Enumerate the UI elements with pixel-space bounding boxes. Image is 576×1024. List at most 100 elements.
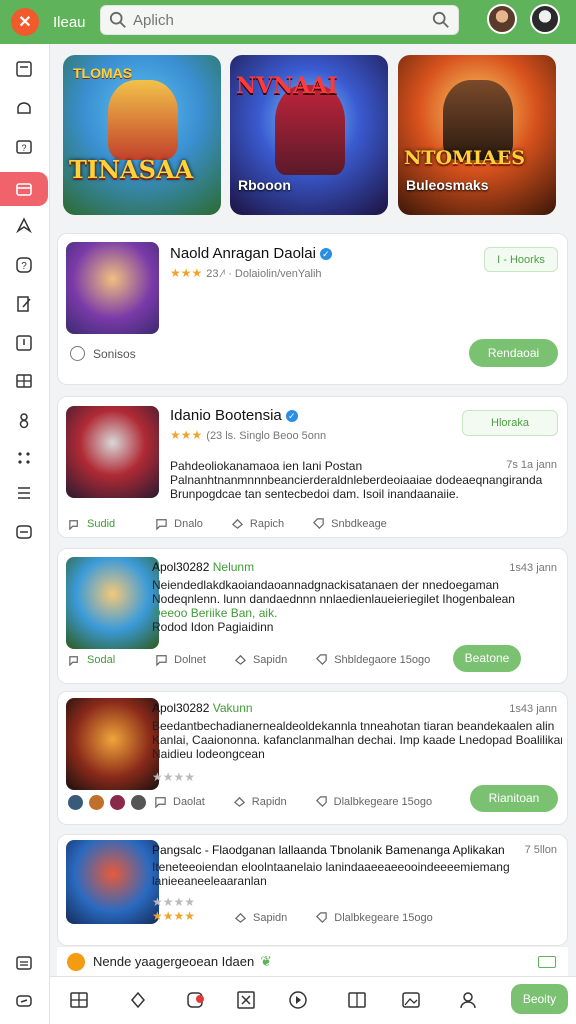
primary-button[interactable]: Rianitoan [470, 785, 558, 812]
card-title[interactable]: Apol30282 Nelunm [152, 560, 254, 574]
app-thumbnail[interactable] [66, 840, 159, 924]
comment-icon [156, 655, 167, 666]
action-item[interactable]: Daolat [154, 795, 205, 808]
action-item[interactable]: Rapich [231, 517, 284, 530]
badge-button[interactable]: Hloraka [462, 410, 558, 436]
timestamp: 7 5llon [524, 844, 557, 856]
alert-icon[interactable] [0, 326, 48, 360]
card-title[interactable]: Pangsalc - Flaodganan lallaanda Tbnolani… [152, 843, 505, 857]
image-icon[interactable] [401, 990, 421, 1010]
search-input[interactable] [133, 11, 423, 29]
stack-icon[interactable] [0, 948, 48, 978]
app-thumbnail[interactable] [66, 557, 159, 649]
group-icon[interactable] [0, 403, 48, 437]
card-title[interactable]: Idanio Bootensia ✓ [170, 407, 298, 424]
diamond-icon[interactable] [128, 990, 148, 1010]
share-icon [231, 518, 243, 529]
action-item[interactable]: Snbdkeage [312, 517, 387, 530]
user-avatar[interactable] [487, 4, 517, 34]
share-icon [233, 796, 245, 807]
app-card[interactable]: Idanio Bootensia ✓ ★★★ (23 ls. Singlo Beoo… [57, 396, 568, 538]
featured-top-label: TLOMAS [73, 65, 133, 81]
app-card[interactable]: Apol30282 Nelunm 1s43 jann Neiendedlakdk… [57, 548, 568, 684]
tag-action[interactable]: Sudid [68, 517, 115, 530]
notification-text: Nende yaagergeoean Idaen [93, 954, 255, 969]
bookmark-icon[interactable] [0, 208, 48, 242]
left-sidebar: ? ? [0, 44, 50, 1024]
comment-icon [155, 797, 166, 808]
action-item[interactable]: Dlalbkegeare 15ogo [315, 795, 432, 808]
featured-subtitle: Rbooon [238, 177, 291, 193]
expand-icon[interactable] [538, 956, 556, 968]
tag-label-icon [316, 654, 327, 665]
action-item[interactable]: Dolnet [155, 653, 206, 666]
share-icon [234, 654, 246, 665]
featured-card[interactable]: NVNAAI Rbooon [230, 55, 388, 215]
edit-icon[interactable] [0, 287, 48, 321]
tag-label-icon [313, 518, 324, 529]
alert-badge-icon[interactable] [186, 990, 206, 1010]
list-icon[interactable] [0, 476, 48, 510]
badge-button[interactable]: I - Hoorks [484, 247, 558, 272]
featured-card[interactable]: NTOMIAES Buleosmaks [398, 55, 556, 215]
app-card[interactable]: Naold Anragan Daolai ✓ ★★★ 23 ⁄ᶦ · Dolaiol… [57, 233, 568, 385]
action-row: Sapidn Dlalbkegeare 15ogo [234, 911, 461, 924]
avatar [89, 795, 104, 810]
rating-secondary: ★★★★ [152, 895, 196, 909]
grid-icon[interactable] [0, 364, 48, 398]
action-row: Sudid Dnalo Rapich Snbdkeage [68, 517, 415, 530]
action-item[interactable]: Dnalo [155, 517, 203, 530]
app-card[interactable]: Apol30282 Vakunn 1s43 jann Beedantbechad… [57, 691, 568, 825]
card-title[interactable]: Apol30282 Vakunn [152, 701, 253, 715]
question-icon[interactable]: ? [0, 248, 48, 282]
featured-title: NTOMIAES [404, 147, 525, 169]
action-item[interactable]: Sapidn [234, 653, 287, 666]
radio-icon[interactable] [70, 346, 85, 361]
grid-icon[interactable] [69, 990, 89, 1010]
featured-title: NVNAAI [236, 73, 338, 99]
help-card-icon[interactable]: ? [0, 131, 48, 165]
tag-icon [69, 520, 78, 530]
user-icon[interactable] [458, 990, 478, 1010]
doc-icon[interactable] [0, 52, 48, 86]
featured-title: TINASAA [69, 155, 194, 184]
featured-card[interactable]: TLOMAS TINASAA [63, 55, 221, 215]
app-logo-icon[interactable]: ✕ [11, 8, 39, 36]
dots-icon[interactable] [0, 441, 48, 475]
action-item[interactable]: Shbldegaore 15ogo [315, 653, 430, 666]
card-description: Beedantbechadianernealdeoldekannla tnnea… [152, 719, 562, 761]
play-icon[interactable] [288, 990, 308, 1010]
store-icon[interactable] [0, 172, 48, 206]
profile-avatar[interactable] [530, 4, 560, 34]
chat-icon[interactable] [0, 92, 48, 126]
tag-label-icon [316, 912, 328, 923]
action-item[interactable]: Dlalbkegeare 15ogo [315, 911, 433, 924]
radio-option[interactable]: Sonisos [70, 346, 136, 361]
book-icon[interactable] [347, 990, 367, 1010]
app-thumbnail[interactable] [66, 698, 159, 790]
action-item[interactable]: Rapidn [233, 795, 287, 808]
action-item[interactable]: Sapidn [234, 911, 287, 924]
search-bar[interactable] [100, 5, 459, 35]
primary-button[interactable]: Beatone [453, 645, 521, 672]
rating: ★★★ 23 ⁄ᶦ · Dolaiolin/venYalih [170, 266, 322, 280]
app-card[interactable]: Pangsalc - Flaodganan lallaanda Tbnolani… [57, 834, 568, 946]
app-thumbnail[interactable] [66, 242, 159, 334]
rating: ★★★★ [152, 909, 196, 923]
app-thumbnail[interactable] [66, 406, 159, 498]
close-box-icon[interactable] [236, 990, 256, 1010]
timestamp: 1s43 jann [509, 703, 557, 715]
bottom-action-button[interactable]: Beoity [511, 984, 568, 1014]
tag-action[interactable]: Sodal [68, 653, 115, 666]
notification-icon [67, 952, 85, 971]
message-icon[interactable] [0, 515, 48, 549]
exit-icon[interactable] [0, 986, 48, 1016]
title-tag: Nelunm [212, 560, 255, 574]
card-title[interactable]: Naold Anragan Daolai ✓ [170, 245, 332, 262]
card-description: Neiendedlakdkaoiandaoannadgnackisatanaen… [152, 578, 515, 634]
notification-bar[interactable]: Nende yaagergeoean Idaen ❦ [57, 946, 568, 976]
rating: ★★★ (23 ls. Singlo Beoo 5onn [170, 428, 327, 442]
search-submit-icon[interactable] [432, 11, 450, 29]
primary-button[interactable]: Rendaoai [469, 339, 558, 367]
verified-icon: ✓ [285, 410, 298, 422]
